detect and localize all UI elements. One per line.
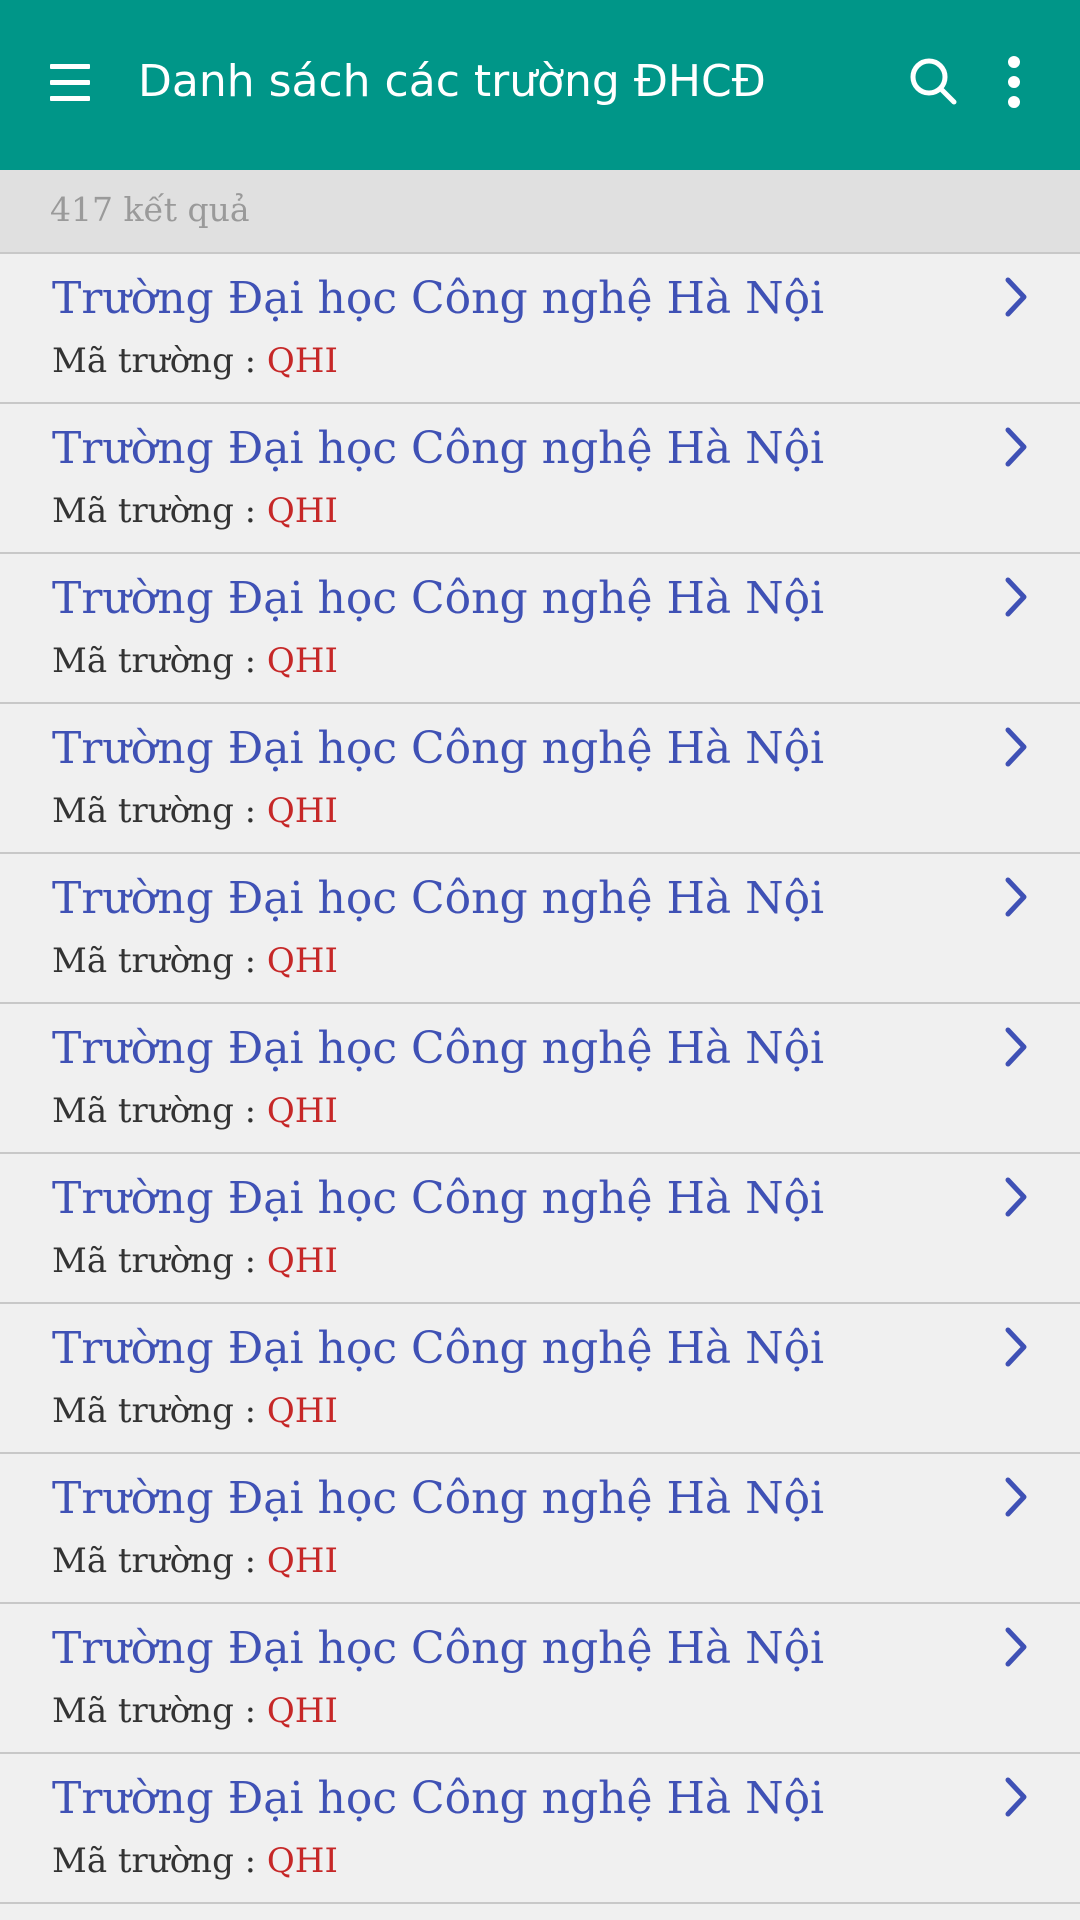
chevron-right-icon[interactable] xyxy=(1000,1774,1034,1824)
school-code-value: QHI xyxy=(266,1841,338,1881)
school-list-item[interactable]: Trường Đại học Công nghệ Hà Nội Mã trường… xyxy=(0,254,1080,404)
school-name: Trường Đại học Công nghệ Hà Nội xyxy=(52,1773,825,1824)
school-list-item[interactable]: Trường Đại học Công nghệ Hà Nội Mã trường… xyxy=(0,1004,1080,1154)
school-code-label: Mã trường : xyxy=(52,1541,257,1581)
menu-button[interactable] xyxy=(40,58,100,108)
results-count-bar: 417 kết quả xyxy=(0,170,1080,254)
search-button[interactable] xyxy=(905,52,961,112)
school-code-line: Mã trường : QHI xyxy=(52,938,338,984)
menu-icon-bar xyxy=(50,80,90,85)
more-vert-icon xyxy=(1008,56,1020,108)
chevron-right-icon[interactable] xyxy=(1000,1474,1034,1524)
school-code-line: Mã trường : QHI xyxy=(52,488,338,534)
school-code-label: Mã trường : xyxy=(52,1391,257,1431)
school-name: Trường Đại học Công nghệ Hà Nội xyxy=(52,1623,825,1674)
school-code-label: Mã trường : xyxy=(52,1841,257,1881)
school-code-value: QHI xyxy=(266,1391,338,1431)
school-list-item[interactable]: Trường Đại học Công nghệ Hà Nội Mã trường… xyxy=(0,1454,1080,1604)
school-list-item[interactable]: Trường Đại học Công nghệ Hà Nội Mã trường… xyxy=(0,704,1080,854)
school-name: Trường Đại học Công nghệ Hà Nội xyxy=(52,1173,825,1224)
school-name: Trường Đại học Công nghệ Hà Nội xyxy=(52,423,825,474)
school-code-line: Mã trường : QHI xyxy=(52,638,338,684)
chevron-right-icon[interactable] xyxy=(1000,1024,1034,1074)
school-list-item[interactable]: Trường Đại học Công nghệ Hà Nội Mã trường… xyxy=(0,1304,1080,1454)
school-code-value: QHI xyxy=(266,1541,338,1581)
school-list-item[interactable]: Trường Đại học Công nghệ Hà Nội Mã trường… xyxy=(0,854,1080,1004)
school-name: Trường Đại học Công nghệ Hà Nội xyxy=(52,1473,825,1524)
school-code-label: Mã trường : xyxy=(52,491,257,531)
page-title: Danh sách các trường ĐHCĐ xyxy=(138,56,766,107)
school-code-value: QHI xyxy=(266,491,338,531)
school-code-value: QHI xyxy=(266,1241,338,1281)
menu-icon-bar xyxy=(50,64,90,69)
school-code-line: Mã trường : QHI xyxy=(52,1838,338,1884)
school-name: Trường Đại học Công nghệ Hà Nội xyxy=(52,1023,825,1074)
school-code-line: Mã trường : QHI xyxy=(52,1238,338,1284)
school-name: Trường Đại học Công nghệ Hà Nội xyxy=(52,573,825,624)
chevron-right-icon[interactable] xyxy=(1000,1624,1034,1674)
school-code-line: Mã trường : QHI xyxy=(52,1388,338,1434)
chevron-right-icon[interactable] xyxy=(1000,424,1034,474)
school-code-label: Mã trường : xyxy=(52,1091,257,1131)
chevron-right-icon[interactable] xyxy=(1000,574,1034,624)
school-code-value: QHI xyxy=(266,1091,338,1131)
school-code-value: QHI xyxy=(266,791,338,831)
school-list-item[interactable]: Trường Đại học Công nghệ Hà Nội Mã trường… xyxy=(0,1154,1080,1304)
more-options-button[interactable] xyxy=(990,52,1038,112)
school-code-line: Mã trường : QHI xyxy=(52,1688,338,1734)
school-code-line: Mã trường : QHI xyxy=(52,338,338,384)
chevron-right-icon[interactable] xyxy=(1000,724,1034,774)
school-list: Trường Đại học Công nghệ Hà Nội Mã trường… xyxy=(0,254,1080,1904)
school-code-label: Mã trường : xyxy=(52,791,257,831)
chevron-right-icon[interactable] xyxy=(1000,274,1034,324)
school-code-value: QHI xyxy=(266,1691,338,1731)
chevron-right-icon[interactable] xyxy=(1000,874,1034,924)
search-icon xyxy=(910,58,957,105)
school-code-line: Mã trường : QHI xyxy=(52,1088,338,1134)
school-code-value: QHI xyxy=(266,341,338,381)
school-name: Trường Đại học Công nghệ Hà Nội xyxy=(52,873,825,924)
school-code-value: QHI xyxy=(266,941,338,981)
school-name: Trường Đại học Công nghệ Hà Nội xyxy=(52,273,825,324)
chevron-right-icon[interactable] xyxy=(1000,1174,1034,1224)
results-count: 417 kết quả xyxy=(50,190,250,229)
school-list-item[interactable]: Trường Đại học Công nghệ Hà Nội Mã trường… xyxy=(0,1754,1080,1904)
school-code-label: Mã trường : xyxy=(52,1691,257,1731)
school-list-item[interactable]: Trường Đại học Công nghệ Hà Nội Mã trường… xyxy=(0,404,1080,554)
school-code-line: Mã trường : QHI xyxy=(52,788,338,834)
school-code-line: Mã trường : QHI xyxy=(52,1538,338,1584)
menu-icon-bar xyxy=(50,96,90,101)
school-code-label: Mã trường : xyxy=(52,1241,257,1281)
app-bar: Danh sách các trường ĐHCĐ xyxy=(0,0,1080,170)
school-name: Trường Đại học Công nghệ Hà Nội xyxy=(52,1323,825,1374)
school-code-label: Mã trường : xyxy=(52,341,257,381)
school-code-value: QHI xyxy=(266,641,338,681)
school-list-item[interactable]: Trường Đại học Công nghệ Hà Nội Mã trường… xyxy=(0,1604,1080,1754)
school-code-label: Mã trường : xyxy=(52,941,257,981)
school-code-label: Mã trường : xyxy=(52,641,257,681)
school-name: Trường Đại học Công nghệ Hà Nội xyxy=(52,723,825,774)
school-list-item[interactable]: Trường Đại học Công nghệ Hà Nội Mã trường… xyxy=(0,554,1080,704)
chevron-right-icon[interactable] xyxy=(1000,1324,1034,1374)
